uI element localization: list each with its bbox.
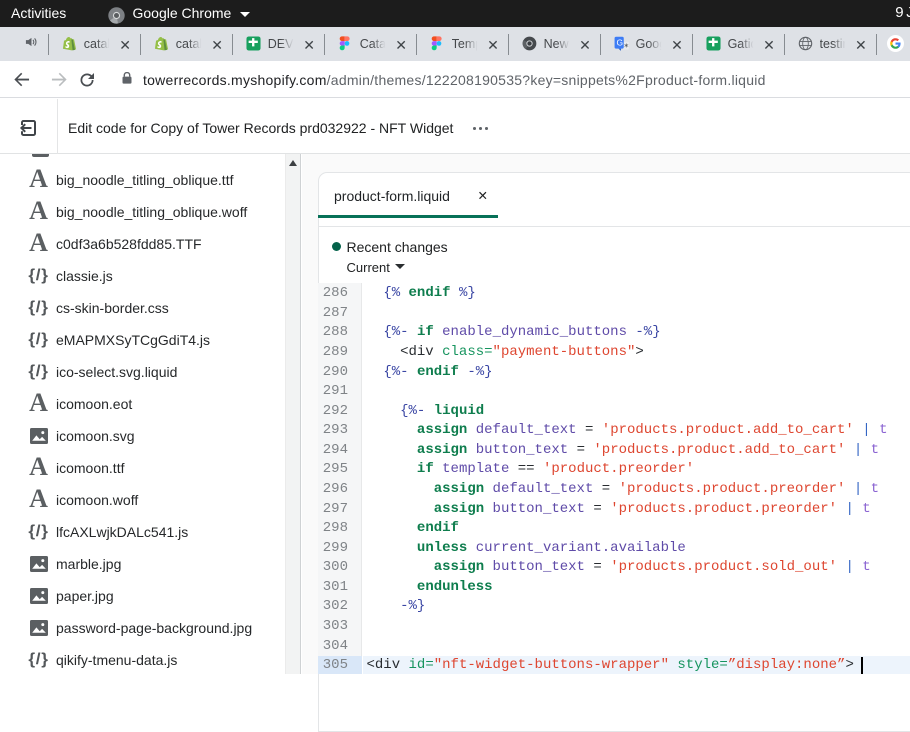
svg-text:G: G	[616, 37, 623, 47]
svg-text:✶: ✶	[623, 42, 629, 50]
